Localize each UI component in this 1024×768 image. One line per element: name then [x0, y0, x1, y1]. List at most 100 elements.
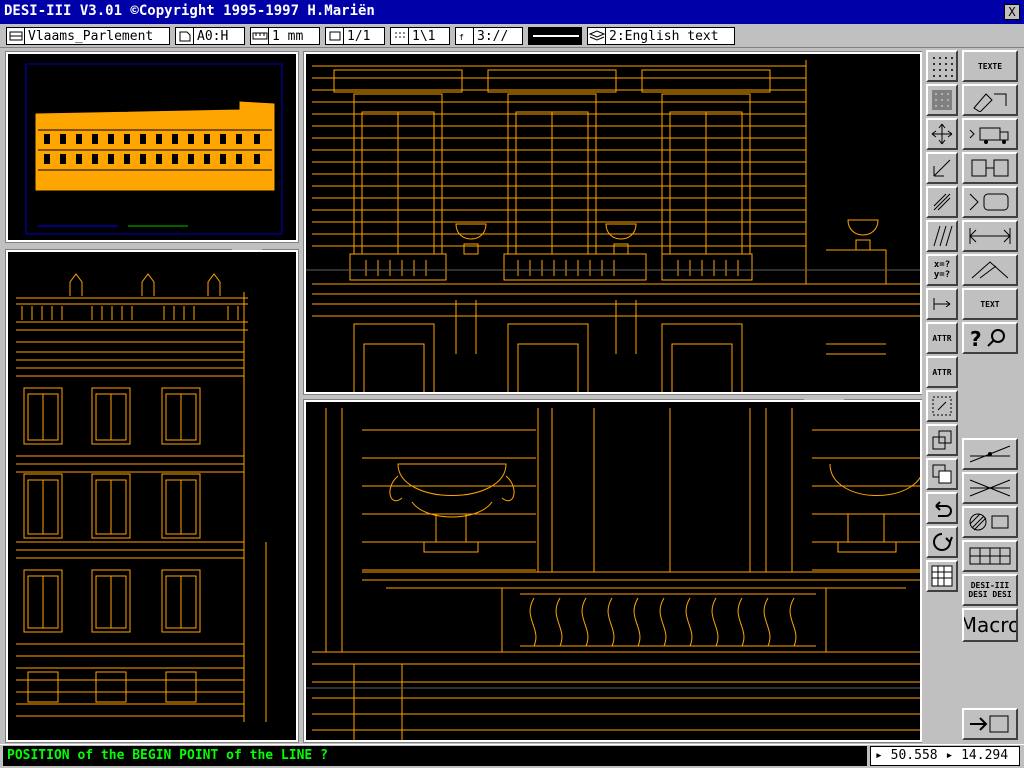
coordinate-query-tool[interactable]: x=? y=?: [926, 254, 958, 286]
edit-tool[interactable]: [962, 84, 1018, 116]
hatch-tool[interactable]: [962, 506, 1018, 538]
text-tool[interactable]: TEXTE: [962, 50, 1018, 82]
attribute-tool[interactable]: ATTR: [926, 322, 958, 354]
hand-edit-icon: [973, 93, 1007, 112]
left-detail-drawing: [16, 273, 267, 722]
line-style-preview: [533, 35, 579, 37]
paper-format: A0:H: [197, 28, 229, 44]
copy-icon: [932, 430, 952, 450]
overview-pane[interactable]: [5, 51, 299, 243]
font-field[interactable]: f 3://: [455, 27, 523, 45]
attribute-table-tool[interactable]: [962, 540, 1018, 572]
snap-grid-icon: [391, 28, 409, 44]
undo-tool[interactable]: [926, 492, 958, 524]
language: 2:English text: [609, 28, 719, 44]
intersection-icon: [969, 479, 1011, 497]
drawing-name-field[interactable]: Vlaams_Parlement: [6, 27, 170, 45]
drawing-name: Vlaams_Parlement: [28, 28, 154, 44]
main-top-pane[interactable]: [303, 51, 923, 395]
line-style-field[interactable]: [528, 27, 582, 45]
grid-dots-tool[interactable]: [926, 50, 958, 82]
fine-grid-tool[interactable]: [926, 84, 958, 116]
redo-icon: [933, 533, 953, 551]
table-grid-icon: [931, 565, 953, 587]
snap-field[interactable]: 1\1: [390, 27, 450, 45]
ruler-icon: [251, 28, 269, 44]
tool-palette: x=? y=? ATTR ATTR TEXTE TEXT ? DESI-III …: [922, 48, 1024, 744]
window-title: DESI-III V3.01 ©Copyright 1995-1997 H.Ma…: [4, 3, 375, 19]
undo-icon: [935, 501, 952, 517]
attr-insert-icon: ATTR: [932, 367, 952, 377]
toolbar: Vlaams_Parlement A0:H 1 mm 1/1 1\1 f 3:/…: [0, 24, 1024, 48]
copy-tool[interactable]: [926, 424, 958, 456]
zoom-window-tool[interactable]: [926, 390, 958, 422]
unit-field[interactable]: 1 mm: [250, 27, 320, 45]
parallel-lines-icon: [933, 225, 953, 247]
close-button[interactable]: X: [1004, 4, 1020, 20]
overview-drawing: [25, 63, 283, 235]
text-hand-icon: TEXTE: [977, 61, 1003, 71]
transport-tool[interactable]: [962, 118, 1018, 150]
layers-icon: [932, 464, 952, 484]
main-top-drawing: [306, 60, 920, 392]
svg-text:f: f: [459, 33, 464, 42]
rotate-icon: [933, 159, 951, 177]
move-tool[interactable]: [926, 118, 958, 150]
redo-tool[interactable]: [926, 526, 958, 558]
trim-tool[interactable]: [962, 254, 1018, 286]
grid-dots-icon: [933, 57, 953, 77]
symbol-library-icon: [969, 193, 1009, 211]
measure-line-icon: [969, 445, 1011, 463]
parallel-tool[interactable]: [926, 220, 958, 252]
paper-format-field[interactable]: A0:H: [175, 27, 245, 45]
help-search-tool[interactable]: ?: [962, 322, 1018, 354]
block-tool[interactable]: [962, 152, 1018, 184]
unit: 1 mm: [272, 28, 304, 44]
stack-icon: [588, 28, 606, 44]
scissors-hand-icon: [971, 261, 1009, 279]
coordinate-readout: ▸ 50.558 ▸ 14.294: [870, 746, 1020, 766]
hatch-icon: [969, 513, 1009, 531]
snap: 1\1: [412, 28, 436, 44]
document-icon: [7, 28, 25, 44]
desi-tool[interactable]: DESI-III DESI DESI: [962, 574, 1018, 606]
mirror-tool[interactable]: [926, 186, 958, 218]
left-detail-pane[interactable]: [5, 249, 299, 743]
stretch-tool[interactable]: [962, 220, 1018, 252]
text-replace-tool[interactable]: TEXT: [962, 288, 1018, 320]
intersection-tool[interactable]: [962, 472, 1018, 504]
desi-logo-icon: DESI-III DESI DESI: [968, 581, 1012, 599]
table-grid-tool[interactable]: [926, 560, 958, 592]
language-field[interactable]: 2:English text: [587, 27, 735, 45]
paper-icon: [176, 28, 194, 44]
attribute-insert-tool[interactable]: ATTR: [926, 356, 958, 388]
vertical-scroll-thumb[interactable]: [300, 210, 303, 270]
mirror-icon: [933, 193, 951, 211]
scale-icon: [326, 28, 344, 44]
help-search-icon: ?: [970, 327, 1005, 350]
exit-tool[interactable]: [962, 708, 1018, 740]
fine-grid-icon: [932, 90, 952, 110]
layer-tool[interactable]: [926, 458, 958, 490]
font-icon: f: [456, 28, 474, 44]
attr-icon: ATTR: [932, 333, 952, 343]
block-icon: [971, 159, 1009, 177]
status-bar: POSITION of the BEGIN POINT of the LINE …: [0, 744, 1024, 768]
truck-icon: [969, 127, 1009, 144]
main-bottom-pane[interactable]: [303, 399, 923, 743]
y-coordinate: 14.294: [961, 748, 1009, 763]
macro-button[interactable]: Macro: [962, 608, 1018, 642]
scale: 1/1: [347, 28, 371, 44]
x-coordinate: 50.558: [890, 748, 938, 763]
rotate-tool[interactable]: [926, 152, 958, 184]
dimension-tool[interactable]: [926, 288, 958, 320]
xy-query-icon: x=? y=?: [933, 260, 951, 280]
font: 3://: [477, 28, 509, 44]
symbol-tool[interactable]: [962, 186, 1018, 218]
left-pane-scroll-thumb[interactable]: [232, 247, 262, 250]
svg-text:?: ?: [970, 327, 982, 350]
text-replace-icon: TEXT: [980, 299, 1000, 309]
bottom-pane-scroll-thumb[interactable]: [804, 397, 844, 400]
scale-field[interactable]: 1/1: [325, 27, 385, 45]
measure-line-tool[interactable]: [962, 438, 1018, 470]
